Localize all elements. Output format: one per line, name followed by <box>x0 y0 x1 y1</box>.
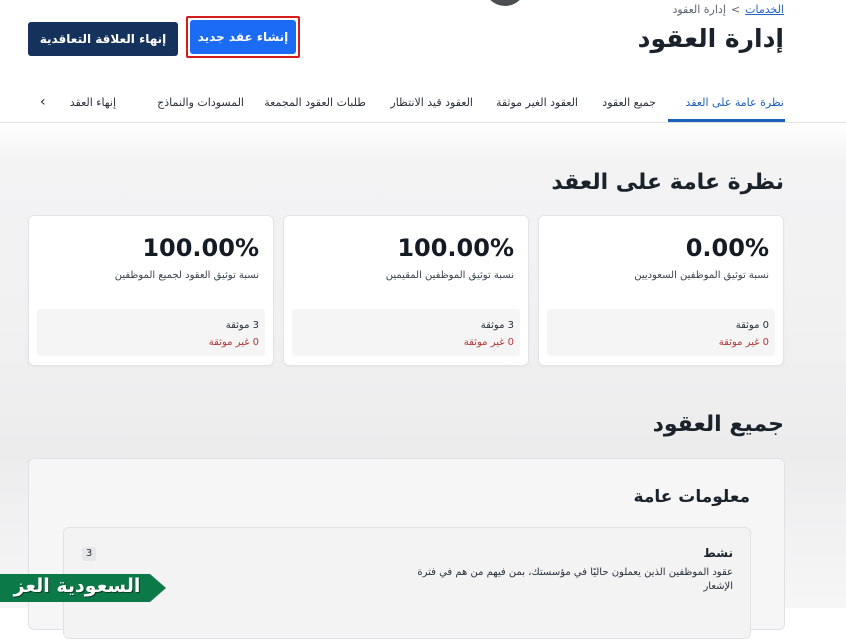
stat-footer: 3 موثقة 0 غير موثقة <box>37 309 265 356</box>
undocumented-count: 0 غير موثقة <box>463 337 514 348</box>
tab-bulk-requests[interactable]: طلبات العقود المجمعة <box>264 96 366 109</box>
breadcrumb-home-link[interactable]: الخدمات <box>745 3 784 16</box>
tab-undocumented[interactable]: العقود الغير موثقة <box>496 96 578 109</box>
stat-card-residents: 100.00% نسبة توثيق الموظفين المقيمين 3 م… <box>283 215 529 366</box>
logo-tip <box>150 574 166 602</box>
active-tab-indicator <box>668 119 785 122</box>
watermark-logo: السعودية العز <box>0 570 168 608</box>
documented-count: 0 موثقة <box>735 320 769 331</box>
undocumented-count: 0 غير موثقة <box>718 337 769 348</box>
chevron-left-icon[interactable]: ‹ <box>40 94 46 110</box>
tab-pending[interactable]: العقود قيد الانتظار <box>390 96 473 109</box>
watermark-text: السعودية العز <box>13 575 141 597</box>
stat-label: نسبة توثيق الموظفين المقيمين <box>385 270 514 281</box>
all-contracts-title: جميع العقود <box>652 412 784 437</box>
stat-label: نسبة توثيق العقود لجميع الموظفين <box>114 270 259 281</box>
active-description: عقود الموظفين الذين يعملون حاليًا في مؤس… <box>417 567 733 592</box>
documented-count: 3 موثقة <box>225 320 259 331</box>
active-title: نشط <box>703 546 733 560</box>
undocumented-count: 0 غير موثقة <box>208 337 259 348</box>
stat-card-saudi: 0.00% نسبة توثيق الموظفين السعوديين 0 مو… <box>538 215 784 366</box>
tab-overview[interactable]: نظرة عامة على العقد <box>685 96 784 109</box>
tab-drafts-templates[interactable]: المسودات والنماذج <box>157 96 244 109</box>
chevron-left-icon: > <box>730 3 741 16</box>
tab-all-contracts[interactable]: جميع العقود <box>602 96 656 109</box>
documented-count: 3 موثقة <box>480 320 514 331</box>
stat-percent: 100.00% <box>142 234 259 262</box>
stat-footer: 3 موثقة 0 غير موثقة <box>292 309 520 356</box>
breadcrumb-current: إدارة العقود <box>672 3 726 16</box>
stat-footer: 0 موثقة 0 غير موثقة <box>547 309 775 356</box>
stat-percent: 100.00% <box>397 234 514 262</box>
breadcrumb: الخدمات > إدارة العقود <box>672 3 784 16</box>
new-contract-button[interactable]: إنشاء عقد جديد <box>190 20 296 54</box>
stat-percent: 0.00% <box>685 234 769 262</box>
stat-label: نسبة توثيق الموظفين السعوديين <box>634 270 769 281</box>
active-count-badge: 3 <box>82 547 96 561</box>
overview-title: نظرة عامة على العقد <box>551 170 784 195</box>
general-info-title: معلومات عامة <box>633 487 750 507</box>
tab-bar: نظرة عامة على العقد جميع العقود العقود ا… <box>0 85 846 123</box>
stat-card-all-employees: 100.00% نسبة توثيق العقود لجميع الموظفين… <box>28 215 274 366</box>
page-title: إدارة العقود <box>637 24 784 53</box>
user-avatar[interactable] <box>484 0 526 6</box>
tab-end-contract[interactable]: إنهاء العقد <box>70 96 116 109</box>
end-relationship-button[interactable]: إنهاء العلاقة التعاقدية <box>28 22 178 56</box>
